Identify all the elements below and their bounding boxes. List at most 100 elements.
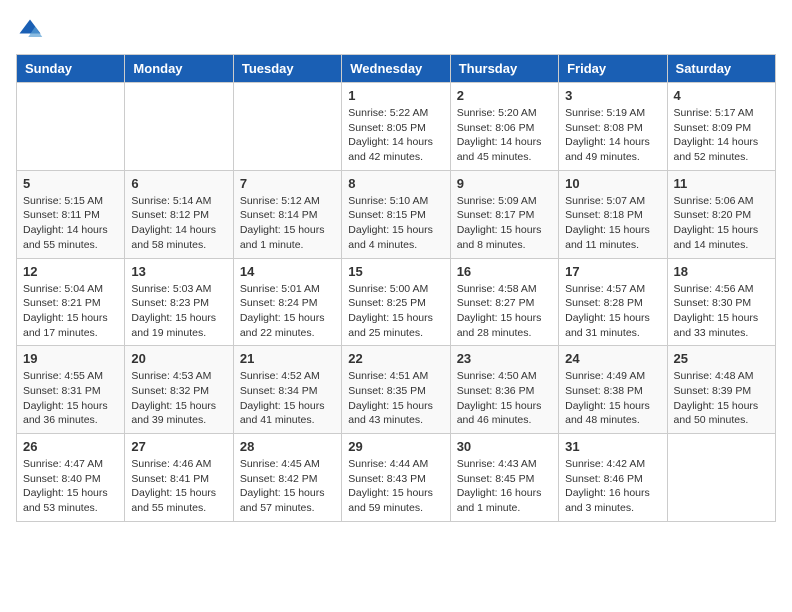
calendar-cell: 24 Sunrise: 4:49 AMSunset: 8:38 PMDayligh… xyxy=(559,346,667,434)
calendar-cell xyxy=(233,83,341,171)
day-info: Sunrise: 5:06 AMSunset: 8:20 PMDaylight:… xyxy=(674,194,769,253)
day-info: Sunrise: 5:09 AMSunset: 8:17 PMDaylight:… xyxy=(457,194,552,253)
calendar-week-row: 26Sunrise: 4:47 AMSunset: 8:40 PMDayligh… xyxy=(17,434,776,522)
weekday-header: Saturday xyxy=(667,55,775,83)
calendar-cell: 14 Sunrise: 5:01 AMSunset: 8:24 PMDayligh… xyxy=(233,258,341,346)
day-number: 16 xyxy=(457,264,552,279)
day-number: 28 xyxy=(240,439,335,454)
day-info: Sunrise: 5:03 AMSunset: 8:23 PMDaylight:… xyxy=(131,282,226,341)
day-number: 27 xyxy=(131,439,226,454)
calendar-cell: 29 Sunrise: 4:44 AMSunset: 8:43 PMDayligh… xyxy=(342,434,450,522)
day-number: 3 xyxy=(565,88,660,103)
calendar-cell: 8Sunrise: 5:10 AMSunset: 8:15 PMDaylight… xyxy=(342,170,450,258)
day-number: 8 xyxy=(348,176,443,191)
calendar-cell: 17 Sunrise: 4:57 AMSunset: 8:28 PMDayligh… xyxy=(559,258,667,346)
calendar-week-row: 5Sunrise: 5:15 AMSunset: 8:11 PMDaylight… xyxy=(17,170,776,258)
day-number: 14 xyxy=(240,264,335,279)
calendar-cell xyxy=(667,434,775,522)
day-number: 9 xyxy=(457,176,552,191)
calendar-week-row: 12Sunrise: 5:04 AMSunset: 8:21 PMDayligh… xyxy=(17,258,776,346)
calendar-cell: 18 Sunrise: 4:56 AMSunset: 8:30 PMDayligh… xyxy=(667,258,775,346)
day-number: 18 xyxy=(674,264,769,279)
day-number: 13 xyxy=(131,264,226,279)
day-number: 29 xyxy=(348,439,443,454)
day-info: Sunrise: 4:58 AMSunset: 8:27 PMDaylight:… xyxy=(457,282,552,341)
calendar-cell: 3 Sunrise: 5:19 AMSunset: 8:08 PMDaylight… xyxy=(559,83,667,171)
day-info: Sunrise: 4:48 AMSunset: 8:39 PMDaylight:… xyxy=(674,369,769,428)
calendar-cell: 31 Sunrise: 4:42 AMSunset: 8:46 PMDayligh… xyxy=(559,434,667,522)
day-number: 15 xyxy=(348,264,443,279)
calendar-cell: 13 Sunrise: 5:03 AMSunset: 8:23 PMDayligh… xyxy=(125,258,233,346)
day-info: Sunrise: 4:56 AMSunset: 8:30 PMDaylight:… xyxy=(674,282,769,341)
day-number: 5 xyxy=(23,176,118,191)
day-info: Sunrise: 5:20 AMSunset: 8:06 PMDaylight:… xyxy=(457,106,552,165)
calendar-cell xyxy=(125,83,233,171)
calendar-cell: 10Sunrise: 5:07 AMSunset: 8:18 PMDayligh… xyxy=(559,170,667,258)
day-number: 2 xyxy=(457,88,552,103)
calendar-cell: 2 Sunrise: 5:20 AMSunset: 8:06 PMDaylight… xyxy=(450,83,558,171)
calendar-cell: 5Sunrise: 5:15 AMSunset: 8:11 PMDaylight… xyxy=(17,170,125,258)
day-info: Sunrise: 4:43 AMSunset: 8:45 PMDaylight:… xyxy=(457,457,552,516)
day-number: 22 xyxy=(348,351,443,366)
weekday-header: Friday xyxy=(559,55,667,83)
day-info: Sunrise: 5:01 AMSunset: 8:24 PMDaylight:… xyxy=(240,282,335,341)
calendar-cell: 30 Sunrise: 4:43 AMSunset: 8:45 PMDayligh… xyxy=(450,434,558,522)
day-info: Sunrise: 4:46 AMSunset: 8:41 PMDaylight:… xyxy=(131,457,226,516)
calendar-cell: 11 Sunrise: 5:06 AMSunset: 8:20 PMDayligh… xyxy=(667,170,775,258)
calendar-cell: 19Sunrise: 4:55 AMSunset: 8:31 PMDayligh… xyxy=(17,346,125,434)
day-info: Sunrise: 5:00 AMSunset: 8:25 PMDaylight:… xyxy=(348,282,443,341)
calendar-cell: 15 Sunrise: 5:00 AMSunset: 8:25 PMDayligh… xyxy=(342,258,450,346)
calendar-cell: 23 Sunrise: 4:50 AMSunset: 8:36 PMDayligh… xyxy=(450,346,558,434)
calendar-cell: 12Sunrise: 5:04 AMSunset: 8:21 PMDayligh… xyxy=(17,258,125,346)
day-number: 20 xyxy=(131,351,226,366)
day-info: Sunrise: 4:49 AMSunset: 8:38 PMDaylight:… xyxy=(565,369,660,428)
calendar-cell: 28 Sunrise: 4:45 AMSunset: 8:42 PMDayligh… xyxy=(233,434,341,522)
calendar-cell: 25Sunrise: 4:48 AMSunset: 8:39 PMDayligh… xyxy=(667,346,775,434)
day-info: Sunrise: 4:42 AMSunset: 8:46 PMDaylight:… xyxy=(565,457,660,516)
weekday-header: Thursday xyxy=(450,55,558,83)
logo xyxy=(16,16,48,44)
day-info: Sunrise: 4:53 AMSunset: 8:32 PMDaylight:… xyxy=(131,369,226,428)
calendar-cell: 21 Sunrise: 4:52 AMSunset: 8:34 PMDayligh… xyxy=(233,346,341,434)
day-number: 10 xyxy=(565,176,660,191)
calendar-cell: 27 Sunrise: 4:46 AMSunset: 8:41 PMDayligh… xyxy=(125,434,233,522)
day-number: 4 xyxy=(674,88,769,103)
day-info: Sunrise: 5:22 AMSunset: 8:05 PMDaylight:… xyxy=(348,106,443,165)
day-number: 31 xyxy=(565,439,660,454)
day-number: 26 xyxy=(23,439,118,454)
logo-icon xyxy=(16,16,44,44)
weekday-header: Tuesday xyxy=(233,55,341,83)
day-info: Sunrise: 5:19 AMSunset: 8:08 PMDaylight:… xyxy=(565,106,660,165)
day-info: Sunrise: 4:57 AMSunset: 8:28 PMDaylight:… xyxy=(565,282,660,341)
day-info: Sunrise: 4:44 AMSunset: 8:43 PMDaylight:… xyxy=(348,457,443,516)
day-number: 11 xyxy=(674,176,769,191)
weekday-header: Sunday xyxy=(17,55,125,83)
day-number: 21 xyxy=(240,351,335,366)
day-number: 24 xyxy=(565,351,660,366)
calendar-cell: 9 Sunrise: 5:09 AMSunset: 8:17 PMDaylight… xyxy=(450,170,558,258)
calendar-cell: 20 Sunrise: 4:53 AMSunset: 8:32 PMDayligh… xyxy=(125,346,233,434)
calendar-week-row: 19Sunrise: 4:55 AMSunset: 8:31 PMDayligh… xyxy=(17,346,776,434)
calendar-header-row: SundayMondayTuesdayWednesdayThursdayFrid… xyxy=(17,55,776,83)
day-number: 23 xyxy=(457,351,552,366)
calendar-cell: 7 Sunrise: 5:12 AMSunset: 8:14 PMDaylight… xyxy=(233,170,341,258)
day-number: 1 xyxy=(348,88,443,103)
weekday-header: Wednesday xyxy=(342,55,450,83)
day-number: 12 xyxy=(23,264,118,279)
day-info: Sunrise: 5:12 AMSunset: 8:14 PMDaylight:… xyxy=(240,194,335,253)
day-number: 17 xyxy=(565,264,660,279)
day-info: Sunrise: 5:14 AMSunset: 8:12 PMDaylight:… xyxy=(131,194,226,253)
page-header xyxy=(16,16,776,44)
calendar-cell: 4 Sunrise: 5:17 AMSunset: 8:09 PMDaylight… xyxy=(667,83,775,171)
day-number: 7 xyxy=(240,176,335,191)
calendar-cell: 26Sunrise: 4:47 AMSunset: 8:40 PMDayligh… xyxy=(17,434,125,522)
day-info: Sunrise: 4:52 AMSunset: 8:34 PMDaylight:… xyxy=(240,369,335,428)
day-info: Sunrise: 4:45 AMSunset: 8:42 PMDaylight:… xyxy=(240,457,335,516)
weekday-header: Monday xyxy=(125,55,233,83)
day-info: Sunrise: 4:50 AMSunset: 8:36 PMDaylight:… xyxy=(457,369,552,428)
day-info: Sunrise: 4:55 AMSunset: 8:31 PMDaylight:… xyxy=(23,369,118,428)
day-number: 30 xyxy=(457,439,552,454)
calendar-cell: 6Sunrise: 5:14 AMSunset: 8:12 PMDaylight… xyxy=(125,170,233,258)
day-info: Sunrise: 4:51 AMSunset: 8:35 PMDaylight:… xyxy=(348,369,443,428)
day-info: Sunrise: 5:17 AMSunset: 8:09 PMDaylight:… xyxy=(674,106,769,165)
